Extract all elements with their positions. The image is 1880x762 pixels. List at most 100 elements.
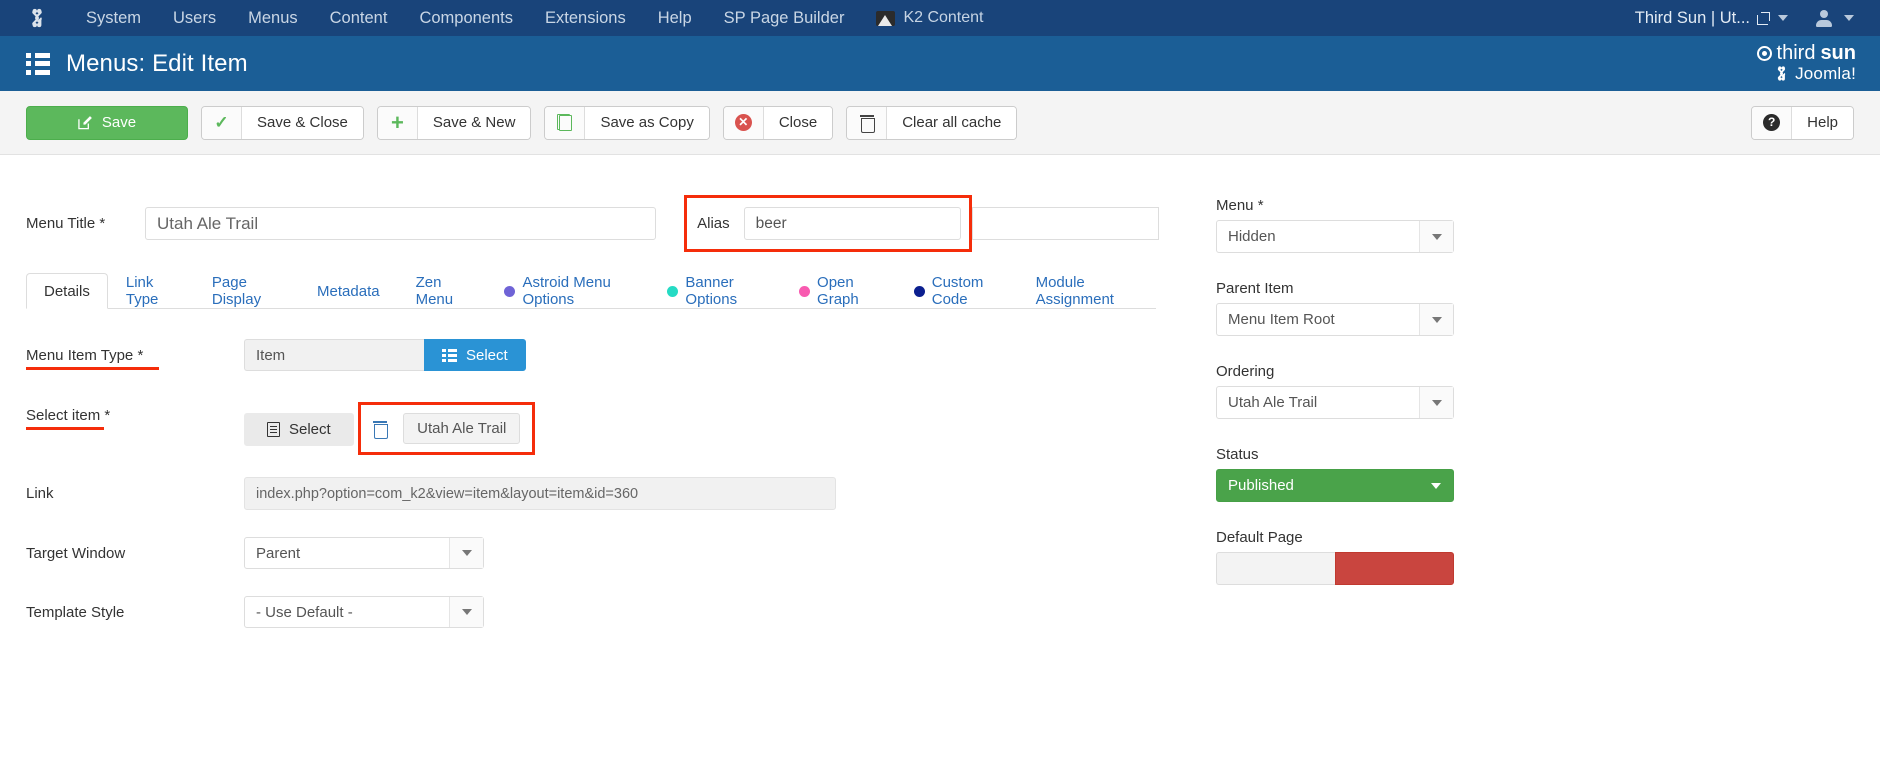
chevron-down-icon — [1419, 387, 1453, 418]
menu-item-type-select-label: Select — [466, 347, 508, 364]
tab-details-label: Details — [44, 283, 90, 300]
banner-dot-icon — [667, 286, 678, 297]
nav-item-menus[interactable]: Menus — [232, 0, 314, 36]
status-field: Status Published — [1216, 446, 1516, 502]
close-button-label: Close — [764, 107, 832, 139]
tab-details[interactable]: Details — [26, 273, 108, 309]
save-as-copy-button[interactable]: Save as Copy — [544, 106, 709, 140]
status-value: Published — [1217, 470, 1419, 501]
ordering-label: Ordering — [1216, 363, 1516, 380]
menu-select[interactable]: Hidden — [1216, 220, 1454, 253]
save-and-close-button[interactable]: ✓ Save & Close — [201, 106, 364, 140]
tab-module-assignment[interactable]: Module Assignment — [1018, 273, 1156, 309]
menu-item-type-select-button[interactable]: Select — [424, 339, 526, 371]
user-avatar-icon — [1816, 10, 1832, 27]
joomla-logo-icon[interactable] — [26, 7, 48, 29]
brand-joomla-label: Joomla! — [1795, 65, 1856, 83]
save-as-copy-label: Save as Copy — [585, 107, 708, 139]
tab-custom-code[interactable]: Custom Code — [896, 273, 1018, 309]
tab-zen-menu[interactable]: Zen Menu — [398, 273, 487, 309]
default-page-field: Default Page — [1216, 529, 1516, 585]
nav-item-help[interactable]: Help — [642, 0, 708, 36]
selected-item-chip[interactable]: Utah Ale Trail — [403, 413, 520, 444]
tab-page-display[interactable]: Page Display — [194, 273, 299, 309]
default-page-toggle[interactable] — [1216, 552, 1454, 585]
admin-top-bar-right: Third Sun | Ut... — [1627, 9, 1858, 28]
tab-astroid-menu-options[interactable]: Astroid Menu Options — [486, 273, 649, 309]
site-preview-label: Third Sun | Ut... — [1635, 9, 1750, 28]
tab-custom-code-label: Custom Code — [932, 274, 1000, 308]
parent-item-value: Menu Item Root — [1217, 304, 1419, 335]
parent-item-label: Parent Item — [1216, 280, 1516, 297]
clear-all-cache-label: Clear all cache — [887, 107, 1016, 139]
chevron-down-icon — [1419, 304, 1453, 335]
brand-name-bold: sun — [1820, 43, 1856, 64]
ordering-field: Ordering Utah Ale Trail — [1216, 363, 1516, 419]
select-item-button[interactable]: Select — [244, 413, 354, 446]
trash-icon — [847, 107, 887, 139]
save-button-label: Save — [102, 114, 136, 131]
x-circle-icon: ✕ — [724, 107, 764, 139]
select-item-field: Select Utah Ale Trail — [244, 399, 535, 455]
save-button[interactable]: Save — [26, 106, 188, 140]
site-brand-logo: thirdsun Joomla! — [1757, 43, 1856, 85]
close-button[interactable]: ✕ Close — [723, 106, 833, 140]
user-menu[interactable] — [1788, 10, 1858, 27]
tab-banner-options[interactable]: Banner Options — [649, 273, 781, 309]
select-item-button-label: Select — [289, 421, 331, 438]
menu-item-type-row: Menu Item Type * Item Select — [26, 339, 1156, 371]
help-button[interactable]: ? Help — [1751, 106, 1854, 140]
tab-open-graph[interactable]: Open Graph — [781, 273, 896, 309]
pencil-square-icon — [78, 115, 93, 130]
tab-astroid-menu-options-label: Astroid Menu Options — [522, 274, 631, 308]
check-icon: ✓ — [202, 107, 242, 139]
user-menu-chevron-down-icon — [1844, 15, 1854, 21]
parent-item-select[interactable]: Menu Item Root — [1216, 303, 1454, 336]
tab-metadata[interactable]: Metadata — [299, 273, 398, 309]
copy-icon — [545, 107, 585, 139]
alias-input[interactable]: beer — [744, 207, 961, 240]
k2-mountain-icon — [876, 11, 895, 26]
menu-item-type-field: Item Select — [244, 339, 526, 371]
nav-item-components[interactable]: Components — [403, 0, 529, 36]
alias-label: Alias — [697, 215, 730, 232]
target-window-select[interactable]: Parent — [244, 537, 484, 569]
select-item-row: Select item * Select Utah Ale Trail — [26, 399, 1156, 455]
alias-highlight-box: Alias beer — [684, 195, 972, 252]
trash-icon[interactable] — [373, 421, 387, 437]
template-style-select[interactable]: - Use Default - — [244, 596, 484, 628]
status-select[interactable]: Published — [1216, 469, 1454, 502]
default-page-toggle-on[interactable] — [1335, 552, 1455, 585]
nav-item-system[interactable]: System — [70, 0, 157, 36]
ordering-select[interactable]: Utah Ale Trail — [1216, 386, 1454, 419]
admin-main-nav: System Users Menus Content Components Ex… — [70, 0, 1000, 36]
toolbar-right-group: ? Help — [1751, 106, 1854, 140]
help-button-label: Help — [1792, 107, 1853, 139]
link-input: index.php?option=com_k2&view=item&layout… — [244, 477, 836, 510]
document-icon — [267, 422, 280, 437]
editor-toolbar: Save ✓ Save & Close + Save & New Save as… — [0, 91, 1880, 155]
select-item-label: Select item * — [26, 399, 244, 424]
save-and-new-button[interactable]: + Save & New — [377, 106, 532, 140]
menu-title-input[interactable]: Utah Ale Trail — [145, 207, 656, 240]
menu-item-type-label: Menu Item Type * — [26, 339, 244, 364]
tab-link-type[interactable]: Link Type — [108, 273, 194, 309]
clear-all-cache-button[interactable]: Clear all cache — [846, 106, 1017, 140]
tab-metadata-label: Metadata — [317, 283, 380, 300]
nav-item-users[interactable]: Users — [157, 0, 232, 36]
alias-input-extension[interactable] — [972, 207, 1159, 240]
save-and-new-label: Save & New — [418, 107, 531, 139]
plus-icon: + — [378, 107, 418, 139]
question-circle-icon: ? — [1752, 107, 1792, 139]
open-graph-dot-icon — [799, 286, 810, 297]
edit-form-sidebar: Menu * Hidden Parent Item Menu Item Root… — [1216, 155, 1516, 628]
nav-item-content[interactable]: Content — [314, 0, 404, 36]
menu-item-type-value: Item — [244, 339, 424, 371]
tab-link-type-label: Link Type — [126, 274, 176, 308]
nav-item-extensions[interactable]: Extensions — [529, 0, 642, 36]
site-preview-link[interactable]: Third Sun | Ut... — [1627, 9, 1778, 28]
nav-item-sp-page-builder[interactable]: SP Page Builder — [708, 0, 861, 36]
nav-item-k2-content[interactable]: K2 Content — [860, 9, 999, 27]
default-page-toggle-off[interactable] — [1216, 552, 1335, 585]
site-menu-chevron-down-icon[interactable] — [1778, 15, 1788, 21]
